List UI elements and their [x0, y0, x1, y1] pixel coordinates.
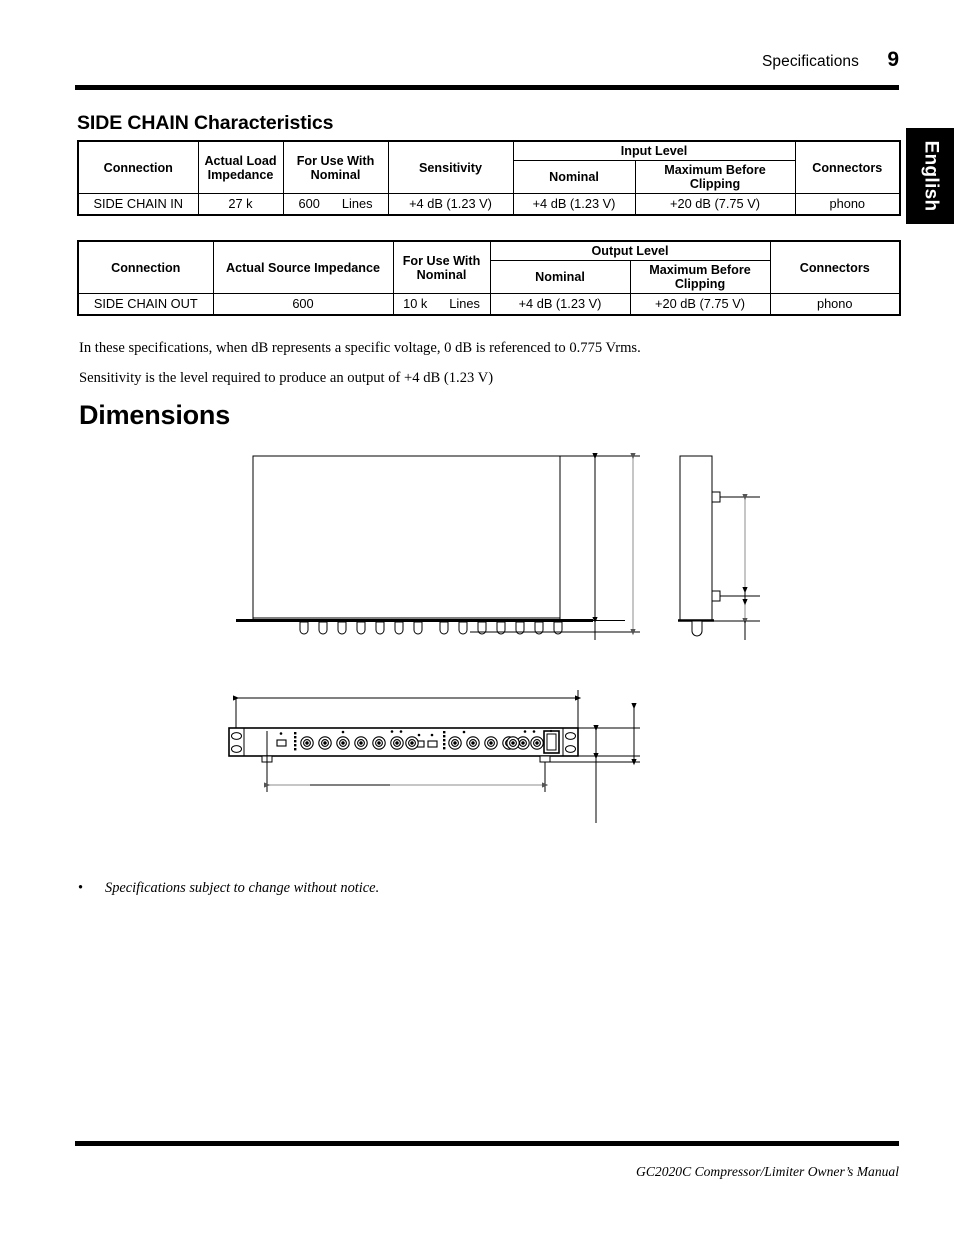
- side-view-rack-tab-upper: [711, 491, 721, 503]
- cell-connectors: phono: [769, 293, 901, 316]
- footer-rule: [75, 1141, 899, 1146]
- th-input-max-before-clipping: Maximum Before Clipping: [634, 160, 796, 195]
- page-header: Specifications 9: [75, 48, 899, 72]
- db-reference-note: In these specifications, when dB represe…: [79, 340, 641, 356]
- rack-mount-hole-top-left: [231, 732, 242, 740]
- for-use-with-unit: Lines: [341, 195, 373, 211]
- front-panel-power-switch: [543, 729, 560, 754]
- cell-connection: SIDE CHAIN IN: [77, 193, 199, 216]
- th-connectors: Connectors: [769, 240, 901, 295]
- rack-mount-hole-bottom-left: [231, 745, 242, 753]
- cell-for-use-with-nominal: 600 Lines: [282, 193, 389, 216]
- cell-sensitivity: +4 dB (1.23 V): [387, 193, 514, 216]
- cell-connection: SIDE CHAIN OUT: [77, 293, 214, 316]
- dimensions-heading: Dimensions: [79, 400, 231, 430]
- cell-output-nominal: +4 dB (1.23 V): [489, 293, 631, 316]
- page-title: SIDE CHAIN Characteristics: [77, 112, 334, 134]
- th-output-nominal: Nominal: [489, 260, 631, 295]
- for-use-with-unit: Lines: [449, 295, 480, 311]
- for-use-with-value: 600: [298, 195, 320, 211]
- th-output-max-before-clipping: Maximum Before Clipping: [629, 260, 771, 295]
- th-connection: Connection: [77, 240, 214, 295]
- th-sensitivity: Sensitivity: [387, 140, 514, 195]
- cell-output-max-before-clipping: +20 dB (7.75 V): [629, 293, 771, 316]
- page-number: 9: [887, 48, 899, 71]
- side-chain-input-table: Connection Actual Load Impedance For Use…: [77, 140, 902, 216]
- th-input-nominal: Nominal: [512, 160, 636, 195]
- rack-mount-hole-top-right: [565, 732, 576, 740]
- cell-input-nominal: +4 dB (1.23 V): [512, 193, 636, 216]
- table-row: SIDE CHAIN IN 27 k 600 Lines +4 dB (1.23 …: [77, 193, 902, 216]
- cell-actual-load-impedance: 27 k: [197, 193, 284, 216]
- front-panel-foot-right: [539, 755, 551, 763]
- rear-view: [236, 452, 640, 640]
- disclaimer-text: Specifications subject to change without…: [105, 880, 380, 896]
- header-rule: [75, 85, 899, 90]
- cell-input-max-before-clipping: +20 dB (7.75 V): [634, 193, 796, 216]
- rear-connector-pins-left: [299, 621, 423, 635]
- disclaimer-note: • Specifications subject to change witho…: [78, 880, 379, 897]
- th-input-level-group: Input Level: [512, 140, 796, 162]
- for-use-with-value: 10 k: [403, 295, 428, 311]
- table-header-row: Connection Actual Source Impedance For U…: [77, 240, 901, 295]
- side-view-foot-pin: [691, 620, 703, 637]
- cell-actual-source-impedance: 600: [212, 293, 394, 316]
- th-actual-source-impedance: Actual Source Impedance: [212, 240, 394, 295]
- side-chain-output-table: Connection Actual Source Impedance For U…: [77, 240, 901, 316]
- language-tab-english: English: [906, 128, 954, 224]
- language-tab-label: English: [920, 140, 941, 212]
- sensitivity-note: Sensitivity is the level required to pro…: [79, 370, 494, 386]
- header-section-title: Specifications: [761, 53, 859, 70]
- side-view-rack-tab-lower: [711, 590, 721, 602]
- dimensions-drawing: [0, 440, 954, 840]
- table-row: SIDE CHAIN OUT 600 10 k Lines +4 dB (1.23…: [77, 293, 901, 316]
- th-connection: Connection: [77, 140, 199, 195]
- th-output-level-group: Output Level: [489, 240, 771, 262]
- front-panel-view: [228, 690, 640, 823]
- side-view: [678, 455, 760, 640]
- rack-mount-hole-bottom-right: [565, 745, 576, 753]
- rear-view-body: [252, 455, 561, 619]
- footer-manual-title: GC2020C Compressor/Limiter Owner’s Manua…: [636, 1164, 899, 1179]
- th-for-use-with-nominal: For Use With Nominal: [392, 240, 491, 295]
- cell-for-use-with-nominal: 10 k Lines: [392, 293, 491, 316]
- cell-connectors: phono: [794, 193, 902, 216]
- th-connectors: Connectors: [794, 140, 902, 195]
- table-header-row: Connection Actual Load Impedance For Use…: [77, 140, 902, 195]
- th-for-use-with-nominal: For Use With Nominal: [282, 140, 389, 195]
- side-view-body: [679, 455, 713, 622]
- bullet-marker: •: [78, 880, 84, 896]
- dimensions-drawing-svg: [228, 452, 760, 823]
- th-actual-load-impedance: Actual Load Impedance: [197, 140, 284, 195]
